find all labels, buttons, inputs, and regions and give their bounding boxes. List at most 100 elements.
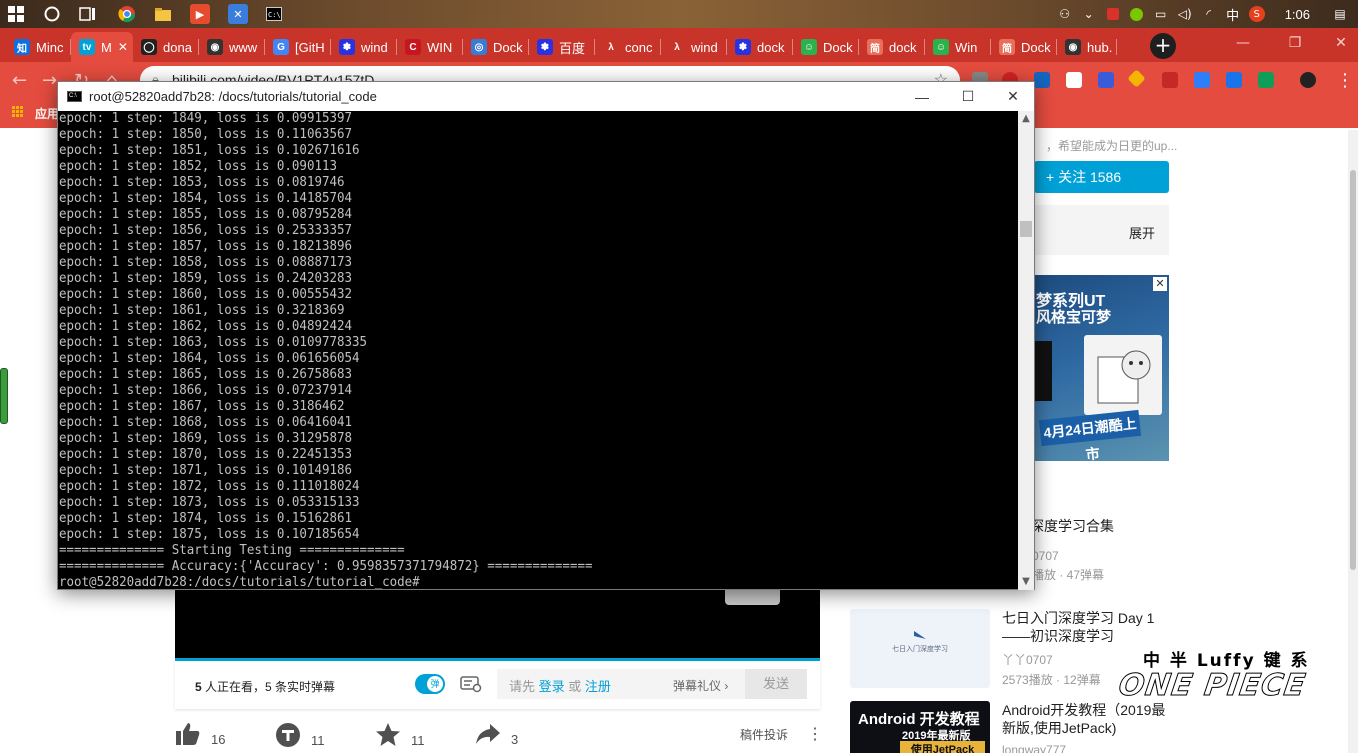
login-link[interactable]: 登录 (539, 679, 565, 694)
forward-icon[interactable]: → (42, 70, 57, 91)
green-app-tray-icon[interactable] (1125, 0, 1149, 28)
terminal-line: epoch: 1 step: 1868, loss is 0.06416041 (59, 415, 353, 430)
browser-tab[interactable]: ☺ Dock (793, 32, 859, 62)
action-center-icon[interactable]: ▤ (1322, 0, 1358, 28)
volume-icon[interactable]: ◁) (1173, 0, 1197, 28)
extension-icon-new[interactable] (1034, 72, 1050, 88)
terminal-titlebar[interactable]: C:\ root@52820add7b28: /docs/tutorials/t… (58, 82, 1034, 111)
red-app-tray-icon[interactable] (1101, 0, 1125, 28)
terminal-maximize-button[interactable]: ☐ (945, 82, 991, 111)
expand-box: 展开 (1034, 205, 1169, 255)
share-button[interactable]: 3 (475, 722, 518, 753)
clock[interactable]: 1:06 (1269, 7, 1322, 22)
windows-start-icon[interactable] (6, 4, 26, 24)
browser-tab[interactable]: C WIN (397, 32, 463, 62)
like-button[interactable]: 16 (175, 722, 225, 753)
terminal-scrollbar-thumb[interactable] (1020, 221, 1032, 237)
terminal-window[interactable]: C:\ root@52820add7b28: /docs/tutorials/t… (57, 81, 1035, 590)
related-up[interactable]: longway777 (1002, 743, 1172, 753)
danmaku-settings-icon[interactable] (460, 675, 482, 693)
terminal-line: epoch: 1 step: 1860, loss is 0.00555432 (59, 287, 353, 302)
network-icon[interactable]: ◜ (1197, 0, 1221, 28)
page-scrollbar[interactable] (1348, 130, 1358, 753)
related-thumbnail[interactable]: Android 开发教程 2019年最新版 使用JetPack (850, 701, 990, 753)
browser-close-button[interactable]: ✕ (1318, 28, 1358, 58)
browser-minimize-button[interactable]: — (1220, 28, 1266, 58)
follow-button[interactable]: + 关注 1586 (1034, 161, 1169, 193)
related-title[interactable]: 七日入门深度学习 Day 1——初识深度学习 (1002, 609, 1172, 645)
menu-kebab-icon[interactable]: ⋮ (1336, 70, 1354, 91)
tab-close-icon[interactable]: ✕ (118, 40, 128, 54)
chevron-up-icon[interactable]: ⌄ (1077, 0, 1101, 28)
new-tab-button[interactable]: + (1150, 33, 1176, 59)
browser-tab[interactable]: ✽ wind (331, 32, 397, 62)
terminal-output[interactable]: epoch: 1 step: 1849, loss is 0.09915397 e… (58, 111, 1017, 590)
cortana-icon[interactable] (42, 4, 62, 24)
battery-icon[interactable]: ▭ (1149, 0, 1173, 28)
chrome-icon[interactable] (117, 4, 137, 24)
terminal-scrollbar[interactable]: ▲ ▼ (1018, 111, 1034, 590)
terminal-icon[interactable]: C:\ (264, 4, 284, 24)
browser-tab[interactable]: ◉ hub. (1057, 32, 1117, 62)
danmaku-count-text: 条实时弹幕 (271, 680, 336, 694)
browser-tab[interactable]: λ conc (595, 32, 661, 62)
desktop-side-widget[interactable] (0, 368, 8, 424)
scroll-down-icon[interactable]: ▼ (1018, 574, 1034, 590)
profile-avatar[interactable] (1300, 72, 1316, 88)
favorite-button[interactable]: 11 (375, 722, 425, 753)
coin-button[interactable]: 11 (275, 722, 325, 753)
browser-tab[interactable]: λ wind (661, 32, 727, 62)
tab-label: Minc (36, 39, 64, 55)
browser-tab[interactable]: ◎ Dock (463, 32, 529, 62)
terminal-line: epoch: 1 step: 1864, loss is 0.061656054 (59, 351, 360, 366)
drive-extension-icon[interactable] (1127, 69, 1146, 88)
danmaku-toggle[interactable]: 弹 (415, 674, 445, 694)
apps-grid-icon[interactable] (12, 106, 23, 117)
browser-tab[interactable]: ✽ 百度 (529, 32, 595, 62)
expand-button[interactable]: 展开 (1129, 223, 1155, 242)
extension-icon-7[interactable] (1162, 72, 1178, 88)
send-danmaku-button[interactable]: 发送 (745, 669, 807, 699)
back-icon[interactable]: ← (12, 70, 27, 91)
mail-extension-icon[interactable] (1066, 72, 1082, 88)
browser-tab[interactable]: tv M ✕ (71, 32, 133, 62)
more-options-icon[interactable]: ⋮ (807, 724, 823, 744)
terminal-minimize-button[interactable]: — (899, 82, 945, 111)
danmaku-bar: 5 人正在看，5 条实时弹幕 弹 请先 登录 或 注册 弹幕礼仪 › 发送 (175, 661, 820, 709)
browser-tab[interactable]: ✽ dock (727, 32, 793, 62)
danmaku-etiquette-link[interactable]: 弹幕礼仪 › (673, 677, 728, 694)
sogou-ime-icon[interactable]: S (1245, 0, 1269, 28)
browser-tab[interactable]: 简 Dock (991, 32, 1057, 62)
tab-favicon-icon: ✽ (339, 39, 355, 55)
browser-tab[interactable]: G [GitH (265, 32, 331, 62)
advertisement[interactable]: 梦系列UT 风格宝可梦 ✕ 4月24日潮酷上市 (1034, 275, 1169, 461)
extension-icon-8[interactable] (1194, 72, 1210, 88)
app-icon[interactable]: ▶ (190, 4, 210, 24)
extension-icon-5[interactable] (1098, 72, 1114, 88)
register-link[interactable]: 注册 (585, 679, 611, 694)
video-player[interactable] (175, 580, 820, 660)
page-scrollbar-thumb[interactable] (1350, 170, 1356, 570)
terminal-line: ============== Accuracy:{'Accuracy': 0.9… (59, 559, 593, 574)
ad-close-icon[interactable]: ✕ (1153, 277, 1167, 291)
task-view-icon[interactable] (78, 4, 98, 24)
tab-favicon-icon: ◎ (471, 39, 487, 55)
scroll-up-icon[interactable]: ▲ (1018, 111, 1034, 127)
browser-tab[interactable]: ◉ www (199, 32, 265, 62)
people-icon[interactable]: ⚇ (1053, 0, 1077, 28)
extension-icon-10[interactable] (1258, 72, 1274, 88)
report-link[interactable]: 稿件投诉 (740, 726, 788, 743)
browser-restore-button[interactable]: ❐ (1272, 28, 1318, 58)
file-explorer-icon[interactable] (153, 4, 173, 24)
extension-icon-9[interactable] (1226, 72, 1242, 88)
apps-bookmark-label[interactable]: 应用 (35, 105, 59, 122)
ime-indicator[interactable]: 中 (1221, 0, 1245, 28)
browser-tab[interactable]: 知 Minc (6, 32, 71, 62)
browser-tab[interactable]: 简 dock (859, 32, 925, 62)
related-thumbnail[interactable]: 七日入门深度学习 (850, 609, 990, 688)
browser-tab[interactable]: ☺ Win (925, 32, 991, 62)
app-icon-2[interactable]: ✕ (228, 4, 248, 24)
coin-count: 11 (311, 733, 325, 748)
browser-tab[interactable]: ◯ dona (133, 32, 199, 62)
terminal-close-button[interactable]: ✕ (990, 82, 1036, 111)
